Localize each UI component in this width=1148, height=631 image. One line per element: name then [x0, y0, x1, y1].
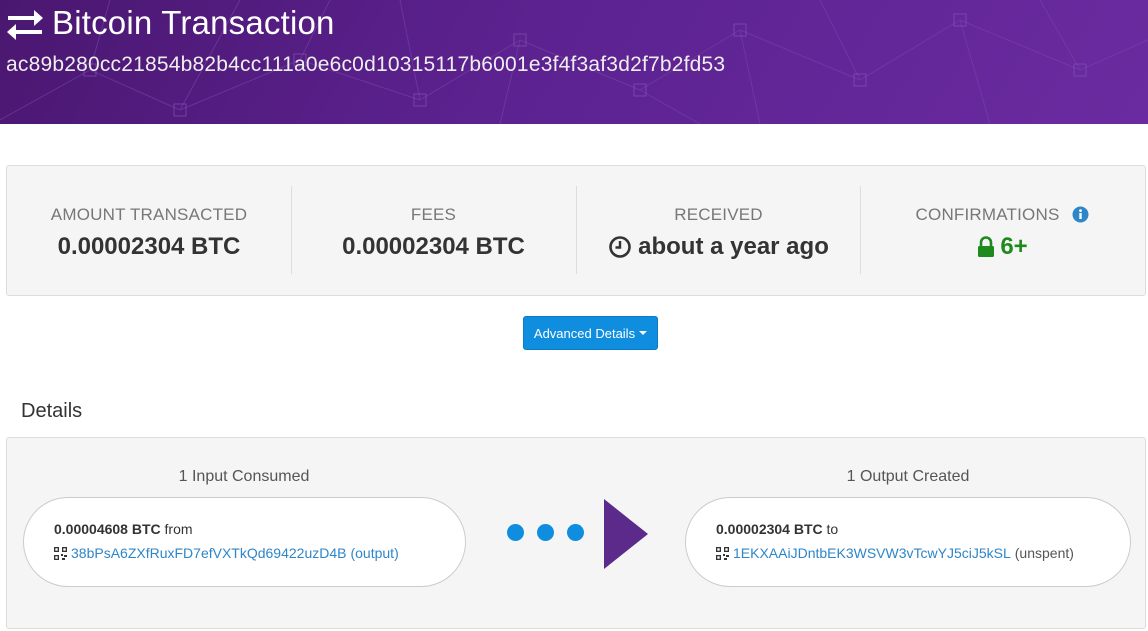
fees-value: 0.00002304 BTC — [342, 233, 525, 260]
qr-code-icon[interactable] — [716, 546, 729, 560]
confirmations-label: CONFIRMATIONS — [915, 205, 1060, 224]
transaction-hash: ac89b280cc21854b82b4cc111a0e6c0d10315117… — [6, 53, 726, 76]
received-stat: RECEIVED about a year ago — [576, 186, 860, 274]
input-output-link[interactable]: (output) — [350, 545, 398, 561]
confirmations-value: 6+ — [1000, 233, 1028, 260]
qr-code-icon[interactable] — [54, 546, 67, 560]
input-amount: 0.00004608 BTC — [54, 521, 161, 537]
output-item: 0.00002304 BTC to 1EKXAAiJDntbEK3WSVW3vT… — [685, 497, 1131, 587]
output-address-link[interactable]: 1EKXAAiJDntbEK3WSVW3vTcwYJ5ciJ5kSL — [733, 545, 1011, 561]
details-heading: Details — [21, 400, 83, 422]
amount-stat: AMOUNT TRANSACTED 0.00002304 BTC — [7, 186, 291, 274]
advanced-details-label: Advanced Details — [533, 325, 636, 341]
input-address-link[interactable]: 38bPsA6ZXfRuxFD7efVXTkQd69422uzD4B — [71, 545, 346, 561]
fees-label: FEES — [410, 205, 457, 224]
flow-dot-3 — [567, 524, 584, 541]
page-title: Bitcoin Transaction — [52, 4, 335, 41]
output-status: (unspent) — [1014, 545, 1074, 561]
received-label: RECEIVED — [674, 205, 763, 224]
caret-down-icon — [639, 331, 648, 335]
transaction-summary: AMOUNT TRANSACTED 0.00002304 BTC FEES 0.… — [6, 165, 1146, 296]
lock-icon — [978, 236, 995, 257]
output-amount-line: 0.00002304 BTC to — [716, 521, 838, 537]
confirmations-label-row: CONFIRMATIONS — [861, 205, 1144, 225]
outputs-heading: 1 Output Created — [846, 468, 970, 485]
output-to-word: to — [826, 521, 839, 537]
input-address-line: 38bPsA6ZXfRuxFD7efVXTkQd69422uzD4B (outp… — [54, 545, 399, 561]
advanced-details-button[interactable]: Advanced Details — [523, 316, 658, 350]
output-amount: 0.00002304 BTC — [716, 521, 823, 537]
details-panel: 1 Input Consumed 1 Output Created 0.0000… — [6, 437, 1146, 629]
fees-stat: FEES 0.00002304 BTC — [291, 186, 575, 274]
received-value: about a year ago — [638, 233, 829, 260]
input-from-word: from — [164, 521, 193, 537]
title-row: Bitcoin Transaction — [6, 4, 335, 42]
input-amount-line: 0.00004608 BTC from — [54, 521, 193, 537]
output-address-line: 1EKXAAiJDntbEK3WSVW3vTcwYJ5ciJ5kSL (unsp… — [716, 545, 1074, 561]
inputs-heading: 1 Input Consumed — [178, 468, 310, 485]
clock-icon — [609, 236, 631, 258]
exchange-icon — [7, 10, 43, 40]
amount-label: AMOUNT TRANSACTED — [50, 205, 248, 224]
confirmations-stat: CONFIRMATIONS 6+ — [860, 186, 1144, 274]
flow-dot-1 — [507, 524, 524, 541]
confirmations-value-row: 6+ — [977, 233, 1028, 261]
flow-arrow-icon — [604, 499, 648, 569]
received-value-row: about a year ago — [608, 233, 829, 261]
header-banner: Bitcoin Transaction ac89b280cc21854b82b4… — [0, 0, 1148, 124]
flow-dot-2 — [537, 524, 554, 541]
info-circle-icon[interactable] — [1072, 206, 1089, 223]
input-item: 0.00004608 BTC from 38bPsA6ZXfRuxFD7efVX… — [23, 497, 466, 587]
amount-value: 0.00002304 BTC — [57, 233, 241, 260]
